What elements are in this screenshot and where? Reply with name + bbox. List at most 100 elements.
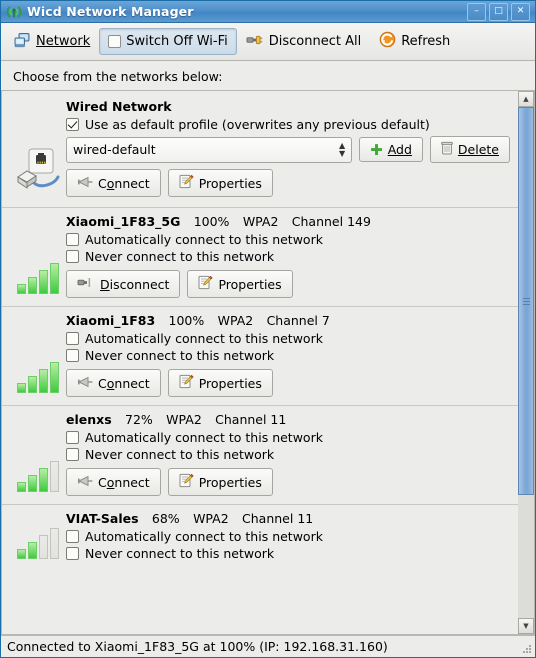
never-connect-checkbox[interactable] — [66, 250, 79, 263]
network-row: VIAT-Sales 68% WPA2 Channel 11 Automatic… — [2, 505, 518, 571]
minimize-button[interactable]: – — [467, 3, 486, 21]
signal-strength-icon — [17, 462, 59, 492]
network-row: Xiaomi_1F83 100% WPA2 Channel 7 Automati… — [2, 307, 518, 406]
toolbar-switch-off-wifi-button[interactable]: Switch Off Wi-Fi — [99, 28, 236, 55]
minimize-icon: – — [474, 7, 479, 16]
network-properties-label: Properties — [199, 376, 262, 391]
auto-connect-row[interactable]: Automatically connect to this network — [66, 430, 510, 445]
toolbar-network-label: Network — [36, 34, 90, 49]
network-action-label: Disconnect — [100, 277, 169, 292]
toolbar-refresh-button[interactable]: Refresh — [370, 25, 459, 58]
never-connect-checkbox[interactable] — [66, 349, 79, 362]
never-connect-label: Never connect to this network — [85, 348, 274, 363]
auto-connect-row[interactable]: Automatically connect to this network — [66, 529, 510, 544]
maximize-button[interactable]: □ — [489, 3, 508, 21]
scroll-track[interactable] — [518, 107, 534, 618]
network-ssid: elenxs — [66, 412, 112, 427]
network-properties-label: Properties — [218, 277, 281, 292]
close-icon: ✕ — [517, 7, 525, 16]
network-security: WPA2 — [166, 412, 202, 427]
auto-connect-checkbox[interactable] — [66, 431, 79, 444]
network-action-row: Connect Properties — [66, 369, 510, 397]
window-buttons: – □ ✕ — [467, 3, 532, 21]
scroll-thumb[interactable] — [518, 107, 534, 495]
auto-connect-row[interactable]: Automatically connect to this network — [66, 331, 510, 346]
network-info-col: VIAT-Sales 68% WPA2 Channel 11 Automatic… — [66, 511, 510, 563]
network-properties-button[interactable]: Properties — [168, 369, 273, 397]
wired-profile-value: wired-default — [73, 142, 339, 157]
never-connect-checkbox[interactable] — [66, 547, 79, 560]
wired-connect-button[interactable]: Connect — [66, 169, 161, 197]
signal-icon-col — [10, 412, 66, 496]
network-title: VIAT-Sales 68% WPA2 Channel 11 — [66, 511, 510, 526]
wired-default-profile-label: Use as default profile (overwrites any p… — [85, 117, 430, 132]
auto-connect-label: Automatically connect to this network — [85, 232, 323, 247]
notepad-pencil-icon — [179, 374, 194, 392]
antenna-icon — [77, 475, 93, 490]
never-connect-label: Never connect to this network — [85, 447, 274, 462]
title-bar: Wicd Network Manager – □ ✕ — [1, 1, 535, 23]
network-channel: Channel 149 — [292, 214, 371, 229]
wired-add-button[interactable]: ✚ Add — [359, 137, 423, 162]
scroll-down-button[interactable]: ▼ — [518, 618, 534, 634]
auto-connect-row[interactable]: Automatically connect to this network — [66, 232, 510, 247]
wired-default-profile-row[interactable]: Use as default profile (overwrites any p… — [66, 117, 510, 132]
wired-add-label: Add — [388, 142, 412, 157]
network-properties-button[interactable]: Properties — [187, 270, 292, 298]
wired-profile-row: wired-default ▲ ▼ ✚ Add Delete — [66, 136, 510, 163]
network-disconnect-button[interactable]: Disconnect — [66, 270, 180, 298]
antenna-icon — [77, 176, 93, 191]
wired-profile-select[interactable]: wired-default ▲ ▼ — [66, 137, 352, 163]
network-info-col: Xiaomi_1F83_5G 100% WPA2 Channel 149 Aut… — [66, 214, 510, 298]
never-connect-row[interactable]: Never connect to this network — [66, 546, 510, 561]
resize-grip-icon[interactable] — [521, 643, 533, 655]
network-row: elenxs 72% WPA2 Channel 11 Automatically… — [2, 406, 518, 505]
auto-connect-label: Automatically connect to this network — [85, 430, 323, 445]
network-security: WPA2 — [218, 313, 254, 328]
wired-delete-label: Delete — [458, 142, 499, 157]
toolbar-disconnect-all-button[interactable]: Disconnect All — [237, 27, 370, 57]
network-strength: 100% — [169, 313, 205, 328]
network-strength: 72% — [125, 412, 153, 427]
auto-connect-checkbox[interactable] — [66, 332, 79, 345]
wired-delete-button[interactable]: Delete — [430, 136, 510, 163]
scroll-up-button[interactable]: ▲ — [518, 91, 534, 107]
never-connect-row[interactable]: Never connect to this network — [66, 348, 510, 363]
network-strength: 68% — [152, 511, 180, 526]
network-connect-button[interactable]: Connect — [66, 468, 161, 496]
auto-connect-label: Automatically connect to this network — [85, 529, 323, 544]
wired-default-profile-checkbox[interactable] — [66, 118, 79, 131]
auto-connect-label: Automatically connect to this network — [85, 331, 323, 346]
never-connect-row[interactable]: Never connect to this network — [66, 249, 510, 264]
network-title: Xiaomi_1F83_5G 100% WPA2 Channel 149 — [66, 214, 510, 229]
never-connect-row[interactable]: Never connect to this network — [66, 447, 510, 462]
vertical-scrollbar[interactable]: ▲ ▼ — [518, 90, 535, 635]
network-properties-label: Properties — [199, 475, 262, 490]
network-security: WPA2 — [243, 214, 279, 229]
wired-properties-button[interactable]: Properties — [168, 169, 273, 197]
toolbar-overflow-chevron-down-icon[interactable]: ⱟ — [517, 34, 531, 49]
auto-connect-checkbox[interactable] — [66, 530, 79, 543]
network-ssid: Xiaomi_1F83 — [66, 313, 155, 328]
signal-strength-icon — [17, 264, 59, 294]
wifi-toggle-checkbox[interactable] — [108, 35, 121, 48]
scroll-grip-icon — [523, 296, 530, 307]
choose-network-prompt: Choose from the networks below: — [1, 61, 535, 90]
wired-network-row: Wired Network Use as default profile (ov… — [2, 91, 518, 208]
network-security: WPA2 — [193, 511, 229, 526]
signal-strength-icon — [17, 363, 59, 393]
toolbar-network-menu[interactable]: Network — [5, 26, 99, 58]
ethernet-jack-icon — [14, 147, 62, 193]
network-action-row: Disconnect Properties — [66, 270, 510, 298]
never-connect-checkbox[interactable] — [66, 448, 79, 461]
signal-icon-col — [10, 511, 66, 563]
network-row: Xiaomi_1F83_5G 100% WPA2 Channel 149 Aut… — [2, 208, 518, 307]
close-button[interactable]: ✕ — [511, 3, 530, 21]
notepad-pencil-icon — [179, 473, 194, 491]
network-action-label: Connect — [98, 376, 150, 391]
network-connect-button[interactable]: Connect — [66, 369, 161, 397]
network-properties-button[interactable]: Properties — [168, 468, 273, 496]
maximize-icon: □ — [494, 7, 503, 16]
auto-connect-checkbox[interactable] — [66, 233, 79, 246]
wired-properties-label: Properties — [199, 176, 262, 191]
